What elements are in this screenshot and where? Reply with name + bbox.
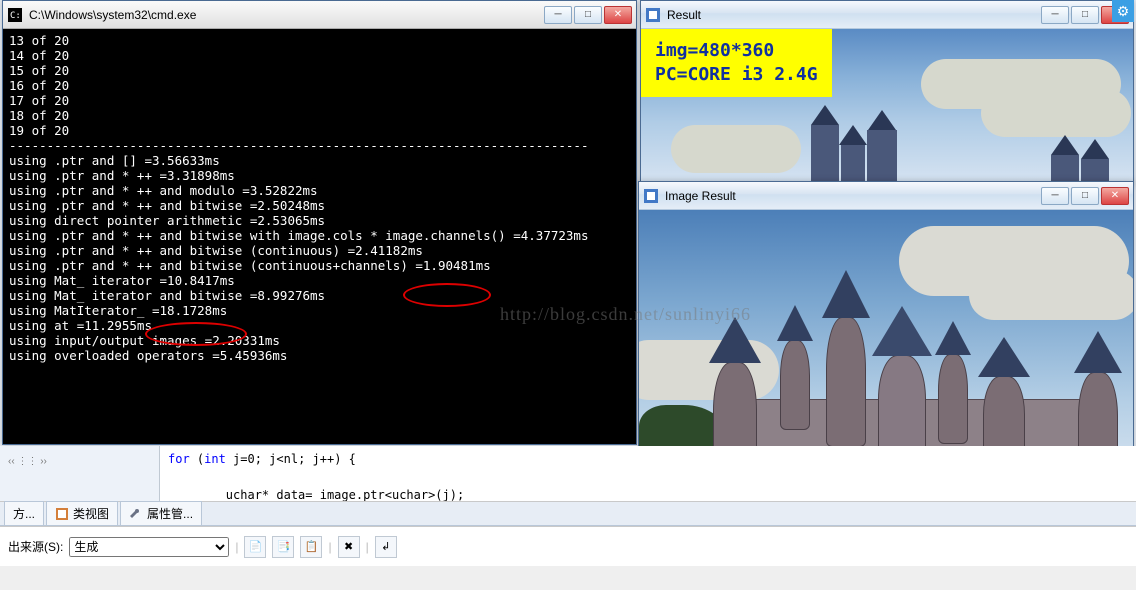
cmd-icon: C: (7, 7, 23, 23)
image-result-titlebar[interactable]: Image Result ─ □ ✕ (639, 182, 1133, 210)
cmd-title: C:\Windows\system32\cmd.exe (29, 8, 544, 22)
output-btn-3[interactable]: 📋 (300, 536, 322, 558)
image-annotation: img=480*360 PC=CORE i3 2.4G (641, 29, 832, 97)
maximize-button[interactable]: □ (574, 6, 602, 24)
ide-output-bar: 出来源(S): 生成 | 📄 📑 📋 | ✖ | ↲ (0, 526, 1136, 566)
close-button[interactable]: ✕ (1101, 187, 1129, 205)
tab-propmgr[interactable]: 属性管... (120, 501, 202, 525)
tab-classview[interactable]: 类视图 (46, 501, 118, 525)
annotation-line2: PC=CORE i3 2.4G (655, 63, 818, 87)
cmd-output: 13 of 20 14 of 20 15 of 20 16 of 20 17 o… (3, 29, 636, 444)
output-btn-2[interactable]: 📑 (272, 536, 294, 558)
result-image: img=480*360 PC=CORE i3 2.4G (641, 29, 1133, 185)
minimize-button[interactable]: ─ (1041, 187, 1069, 205)
output-source-select[interactable]: 生成 (69, 537, 229, 557)
close-button[interactable]: ✕ (604, 6, 632, 24)
image-result-title: Image Result (665, 189, 1041, 203)
ide-code-area: ‹‹ ⋮⋮ ›› for (int j=0; j<nl; j++) { ucha… (0, 446, 1136, 502)
gear-icon[interactable]: ⚙ (1112, 0, 1134, 22)
cmd-window: C: C:\Windows\system32\cmd.exe ─ □ ✕ 13 … (2, 0, 637, 445)
collapse-icon[interactable]: ‹‹ ⋮⋮ ›› (8, 456, 47, 467)
minimize-button[interactable]: ─ (1041, 6, 1069, 24)
ide-code-text[interactable]: for (int j=0; j<nl; j++) { uchar* data= … (160, 446, 1136, 501)
ide-tabs: 方... 类视图 属性管... (0, 502, 1136, 526)
app-icon (643, 188, 659, 204)
wrench-icon (129, 507, 143, 521)
app-icon (645, 7, 661, 23)
tab-solution[interactable]: 方... (4, 501, 44, 525)
svg-text:C:: C: (10, 11, 21, 21)
maximize-button[interactable]: □ (1071, 187, 1099, 205)
result-titlebar[interactable]: Result ─ □ ✕ (641, 1, 1133, 29)
annotation-line1: img=480*360 (655, 39, 818, 63)
cmd-titlebar[interactable]: C: C:\Windows\system32\cmd.exe ─ □ ✕ (3, 1, 636, 29)
ide-panel: ‹‹ ⋮⋮ ›› for (int j=0; j<nl; j++) { ucha… (0, 446, 1136, 590)
maximize-button[interactable]: □ (1071, 6, 1099, 24)
result-window: Result ─ □ ✕ img=480*360 PC=CORE i3 2.4G (640, 0, 1134, 186)
classview-icon (55, 507, 69, 521)
output-btn-1[interactable]: 📄 (244, 536, 266, 558)
ide-gutter: ‹‹ ⋮⋮ ›› (0, 446, 160, 501)
output-clear-btn[interactable]: ✖ (338, 536, 360, 558)
result-title: Result (667, 8, 1041, 22)
minimize-button[interactable]: ─ (544, 6, 572, 24)
output-source-label: 出来源(S): (8, 538, 63, 555)
output-wrap-btn[interactable]: ↲ (375, 536, 397, 558)
